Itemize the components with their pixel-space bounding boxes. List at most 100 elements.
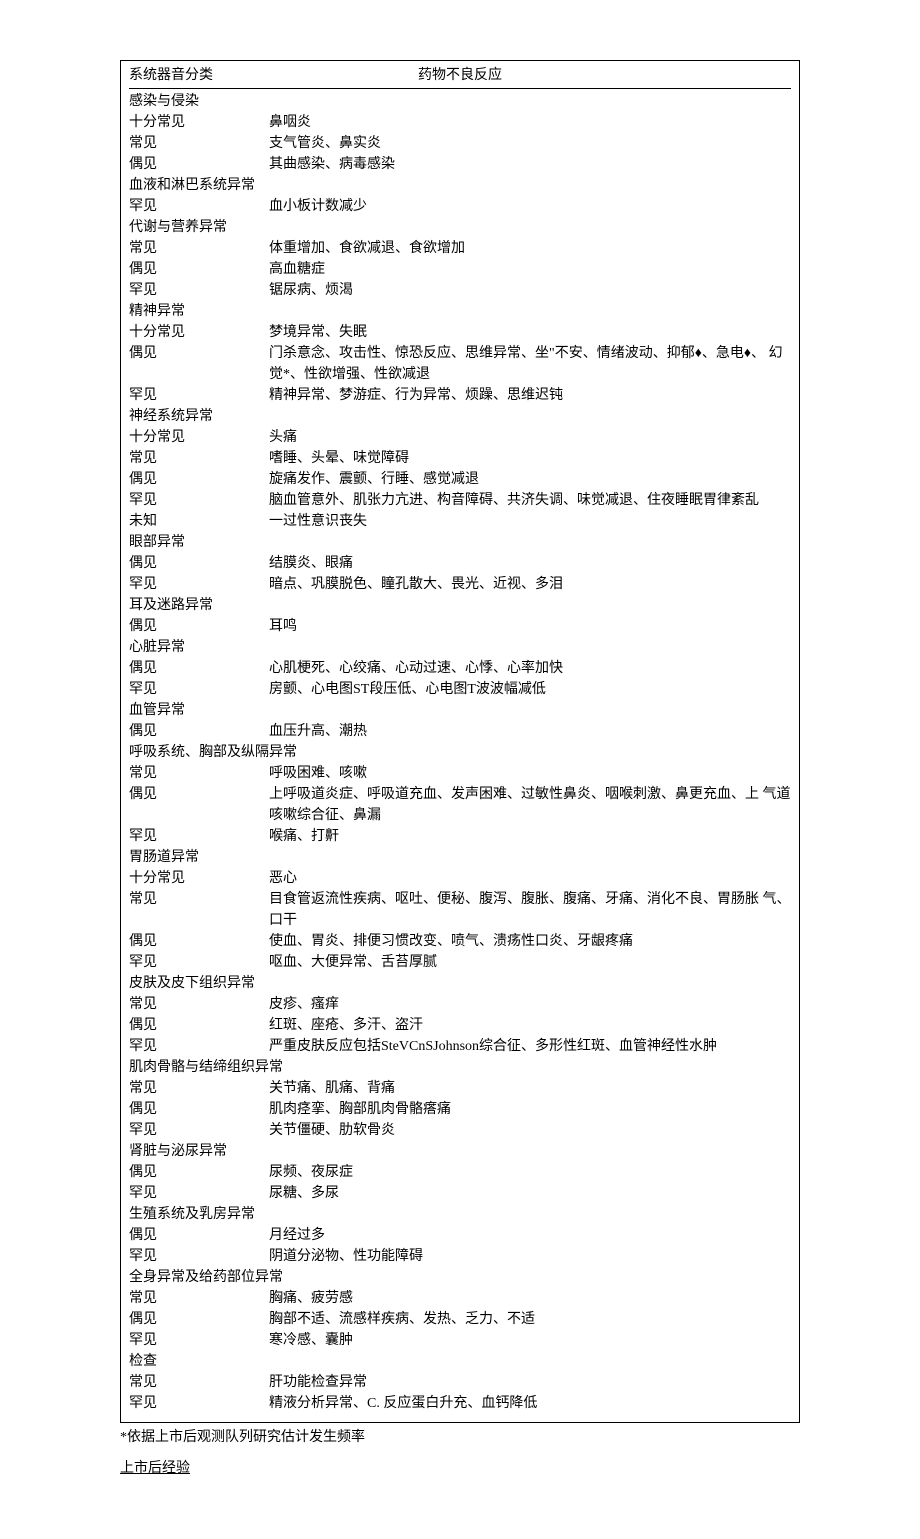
frequency-cell: 罕见 xyxy=(129,826,269,847)
table-row: 偶见红斑、座疮、多汗、盗汗 xyxy=(129,1015,791,1036)
table-row: 偶见上呼吸道炎症、呼吸道充血、发声困难、过敏性鼻炎、咽喉刺激、鼻更充血、上 气道… xyxy=(129,784,791,826)
description-cell: 严重皮肤反应包括SteVCnSJohnson综合征、多形性红斑、血管神经性水肿 xyxy=(269,1036,791,1057)
frequency-cell: 偶见 xyxy=(129,469,269,490)
description-cell: 肝功能检查异常 xyxy=(269,1372,791,1393)
description-cell: 关节僵硬、肋软骨炎 xyxy=(269,1120,791,1141)
description-cell: 梦境异常、失眠 xyxy=(269,322,791,343)
frequency-cell: 常见 xyxy=(129,763,269,784)
description-cell: 阴道分泌物、性功能障碍 xyxy=(269,1246,791,1267)
table-body: 感染与侵染十分常见鼻咽炎常见支气管炎、鼻实炎偶见其曲感染、病毒感染血液和淋巴系统… xyxy=(129,91,791,1414)
table-row: 偶见其曲感染、病毒感染 xyxy=(129,154,791,175)
description-cell: 门杀意念、攻击性、惊恐反应、思维异常、坐"不安、情绪波动、抑郁♦、急电♦、 幻觉… xyxy=(269,343,791,385)
frequency-cell: 常见 xyxy=(129,1078,269,1099)
frequency-cell: 罕见 xyxy=(129,385,269,406)
frequency-cell: 偶见 xyxy=(129,721,269,742)
table-row: 常见体重增加、食欲减退、食欲增加 xyxy=(129,238,791,259)
table-row: 偶见尿频、夜尿症 xyxy=(129,1162,791,1183)
description-cell: 其曲感染、病毒感染 xyxy=(269,154,791,175)
category-heading: 胃肠道异常 xyxy=(129,847,791,868)
table-row: 罕见严重皮肤反应包括SteVCnSJohnson综合征、多形性红斑、血管神经性水… xyxy=(129,1036,791,1057)
category-heading: 肾脏与泌尿异常 xyxy=(129,1141,791,1162)
frequency-cell: 罕见 xyxy=(129,1183,269,1204)
frequency-cell: 偶见 xyxy=(129,259,269,280)
description-cell: 红斑、座疮、多汗、盗汗 xyxy=(269,1015,791,1036)
frequency-cell: 偶见 xyxy=(129,1099,269,1120)
description-cell: 血小板计数减少 xyxy=(269,196,791,217)
category-heading: 全身异常及给药部位异常 xyxy=(129,1267,791,1288)
description-cell: 脑血管意外、肌张力亢进、构音障碍、共济失调、味觉减退、住夜睡眠胃律紊乱 xyxy=(269,490,791,511)
table-row: 罕见脑血管意外、肌张力亢进、构音障碍、共济失调、味觉减退、住夜睡眠胃律紊乱 xyxy=(129,490,791,511)
description-cell: 旋痛发作、震颤、行睡、感觉减退 xyxy=(269,469,791,490)
category-heading: 生殖系统及乳房异常 xyxy=(129,1204,791,1225)
frequency-cell: 十分常见 xyxy=(129,427,269,448)
frequency-cell: 偶见 xyxy=(129,658,269,679)
table-row: 常见嗜睡、头晕、味觉障碍 xyxy=(129,448,791,469)
description-cell: 结膜炎、眼痛 xyxy=(269,553,791,574)
frequency-cell: 偶见 xyxy=(129,931,269,952)
category-heading: 神经系统异常 xyxy=(129,406,791,427)
frequency-cell: 偶见 xyxy=(129,154,269,175)
description-cell: 胸部不适、流感样疾病、发热、乏力、不适 xyxy=(269,1309,791,1330)
description-cell: 体重增加、食欲减退、食欲增加 xyxy=(269,238,791,259)
table-row: 罕见暗点、巩膜脱色、瞳孔散大、畏光、近视、多泪 xyxy=(129,574,791,595)
table-row: 常见目食管返流性疾病、呕吐、便秘、腹泻、腹胀、腹痛、牙痛、消化不良、胃肠胀 气、… xyxy=(129,889,791,931)
description-cell: 胸痛、疲劳感 xyxy=(269,1288,791,1309)
frequency-cell: 罕见 xyxy=(129,1330,269,1351)
description-cell: 锯尿病、烦渴 xyxy=(269,280,791,301)
frequency-cell: 未知 xyxy=(129,511,269,532)
frequency-cell: 偶见 xyxy=(129,1162,269,1183)
table-row: 十分常见梦境异常、失眠 xyxy=(129,322,791,343)
frequency-cell: 罕见 xyxy=(129,490,269,511)
frequency-cell: 常见 xyxy=(129,1372,269,1393)
frequency-cell: 罕见 xyxy=(129,1036,269,1057)
table-row: 常见关节痛、肌痛、背痛 xyxy=(129,1078,791,1099)
category-heading: 呼吸系统、胸部及纵隔异常 xyxy=(129,742,791,763)
description-cell: 精神异常、梦游症、行为异常、烦躁、思维迟钝 xyxy=(269,385,791,406)
category-heading: 眼部异常 xyxy=(129,532,791,553)
category-heading: 精神异常 xyxy=(129,301,791,322)
table-row: 十分常见恶心 xyxy=(129,868,791,889)
table-row: 常见肝功能检查异常 xyxy=(129,1372,791,1393)
frequency-cell: 罕见 xyxy=(129,280,269,301)
frequency-cell: 偶见 xyxy=(129,784,269,805)
frequency-cell: 罕见 xyxy=(129,952,269,973)
table-row: 偶见耳鸣 xyxy=(129,616,791,637)
post-market-heading: 上市后经验 xyxy=(120,1458,800,1479)
table-row: 常见呼吸困难、咳嗽 xyxy=(129,763,791,784)
frequency-cell: 十分常见 xyxy=(129,322,269,343)
frequency-cell: 偶见 xyxy=(129,616,269,637)
table-row: 十分常见鼻咽炎 xyxy=(129,112,791,133)
frequency-cell: 常见 xyxy=(129,448,269,469)
description-cell: 呕血、大便异常、舌苔厚腻 xyxy=(269,952,791,973)
frequency-cell: 十分常见 xyxy=(129,112,269,133)
description-cell: 嗜睡、头晕、味觉障碍 xyxy=(269,448,791,469)
description-cell: 月经过多 xyxy=(269,1225,791,1246)
table-row: 偶见结膜炎、眼痛 xyxy=(129,553,791,574)
frequency-cell: 常见 xyxy=(129,1288,269,1309)
table-row: 偶见使血、胃炎、排便习惯改变、喷气、溃疡性口炎、牙龈疼痛 xyxy=(129,931,791,952)
table-row: 罕见阴道分泌物、性功能障碍 xyxy=(129,1246,791,1267)
frequency-cell: 罕见 xyxy=(129,574,269,595)
table-row: 罕见关节僵硬、肋软骨炎 xyxy=(129,1120,791,1141)
frequency-cell: 罕见 xyxy=(129,1120,269,1141)
description-cell: 支气管炎、鼻实炎 xyxy=(269,133,791,154)
table-row: 十分常见头痛 xyxy=(129,427,791,448)
description-cell: 耳鸣 xyxy=(269,616,791,637)
table-row: 常见支气管炎、鼻实炎 xyxy=(129,133,791,154)
category-heading: 血液和淋巴系统异常 xyxy=(129,175,791,196)
table-row: 偶见门杀意念、攻击性、惊恐反应、思维异常、坐"不安、情绪波动、抑郁♦、急电♦、 … xyxy=(129,343,791,385)
category-heading: 肌肉骨骼与结缔组织异常 xyxy=(129,1057,791,1078)
table-row: 未知一过性意识丧失 xyxy=(129,511,791,532)
table-row: 偶见高血糖症 xyxy=(129,259,791,280)
table-row: 罕见喉痛、打鼾 xyxy=(129,826,791,847)
frequency-cell: 十分常见 xyxy=(129,868,269,889)
frequency-cell: 偶见 xyxy=(129,1309,269,1330)
frequency-cell: 常见 xyxy=(129,133,269,154)
description-cell: 鼻咽炎 xyxy=(269,112,791,133)
frequency-cell: 罕见 xyxy=(129,1393,269,1414)
table-row: 偶见肌肉痉挛、胸部肌肉骨骼瘩痛 xyxy=(129,1099,791,1120)
footnote: *依据上市后观测队列研究估计发生频率 xyxy=(120,1427,800,1448)
description-cell: 呼吸困难、咳嗽 xyxy=(269,763,791,784)
table-row: 常见皮疹、瘙痒 xyxy=(129,994,791,1015)
header-reaction: 药物不良反应 xyxy=(269,65,791,86)
